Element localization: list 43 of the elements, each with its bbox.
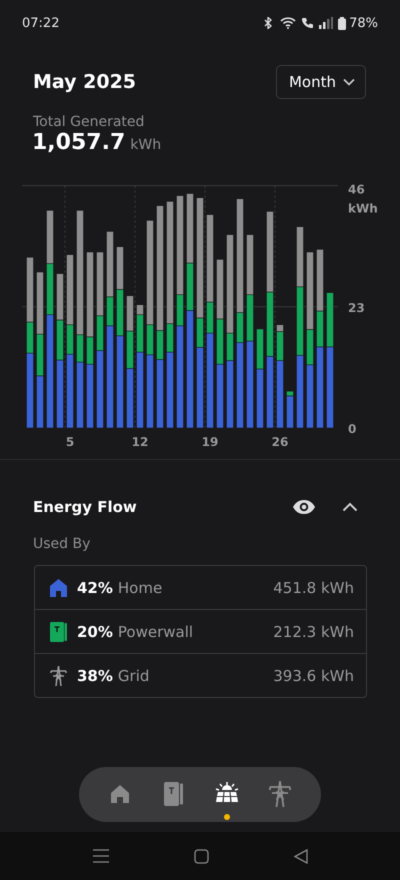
section-title: Energy Flow <box>33 498 138 516</box>
usage-value: 451.8 kWh <box>273 578 354 596</box>
usage-label: Grid <box>118 666 150 684</box>
status-time: 07:22 <box>22 16 60 30</box>
battery-icon <box>338 16 346 30</box>
y-axis-unit: kWh <box>348 202 378 216</box>
x-axis-label: 12 <box>132 435 148 449</box>
eye-icon[interactable] <box>292 499 316 515</box>
home-square-icon[interactable] <box>194 848 208 864</box>
usage-value: 212.3 kWh <box>273 622 354 640</box>
x-axis-label: 19 <box>202 435 218 449</box>
power-tower-icon <box>269 780 292 806</box>
battery-wall-icon <box>164 782 183 806</box>
back-icon[interactable] <box>294 848 308 864</box>
y-axis-label: 23 <box>348 300 365 315</box>
period-dropdown[interactable]: Month <box>276 65 366 99</box>
y-axis-label: 0 <box>348 422 356 436</box>
usage-label: Powerwall <box>118 622 194 640</box>
battery-percent: 78% <box>349 16 378 30</box>
wifi-icon <box>280 17 296 29</box>
month-title: May 2025 <box>33 71 136 93</box>
usage-percent: 20% <box>77 622 113 640</box>
total-label: Total Generated <box>32 113 146 130</box>
usage-percent: 38% <box>77 666 113 684</box>
power-tower-icon <box>50 666 67 686</box>
menu-icon[interactable] <box>92 849 108 863</box>
chevron-down-icon <box>343 78 355 86</box>
battery-wall-icon <box>50 622 67 642</box>
x-axis-label: 5 <box>66 435 74 449</box>
y-axis-label: 46 <box>348 182 365 197</box>
usage-value: 393.6 kWh <box>273 666 354 684</box>
total-value: 1,057.7 <box>32 130 126 155</box>
signal-icon <box>319 17 334 29</box>
used-by-label: Used By <box>32 535 92 552</box>
collapse-chevron-icon[interactable] <box>342 502 358 512</box>
phone-icon <box>301 17 314 29</box>
active-dot <box>224 814 230 820</box>
total-unit: kWh <box>130 137 162 153</box>
x-axis-label: 26 <box>272 435 288 449</box>
house-icon <box>110 784 130 804</box>
house-icon <box>50 578 67 596</box>
usage-percent: 42% <box>77 578 113 596</box>
usage-label: Home <box>118 578 164 596</box>
